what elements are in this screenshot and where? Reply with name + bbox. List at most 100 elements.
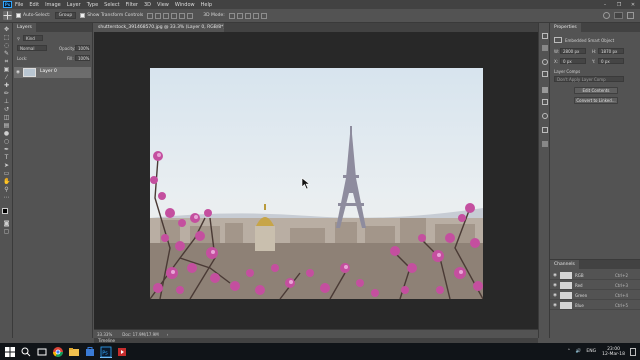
screen-mode-icon[interactable]: ▢	[3, 229, 10, 235]
3d-scale-icon[interactable]	[260, 12, 267, 19]
color-panel-icon[interactable]	[542, 59, 548, 65]
align-right-icon[interactable]	[187, 12, 194, 19]
paths-panel-icon[interactable]	[542, 127, 548, 133]
menu-window[interactable]: Window	[175, 2, 195, 8]
height-field[interactable]: 1870 px	[598, 48, 624, 54]
chrome-icon[interactable]	[52, 346, 64, 358]
menu-3d[interactable]: 3D	[144, 2, 151, 8]
visibility-eye-icon[interactable]: ◉	[553, 273, 557, 278]
libraries-panel-icon[interactable]	[542, 113, 548, 119]
show-hidden-icons[interactable]: ⌃	[567, 349, 571, 354]
channel-row[interactable]: ◉ RGB Ctrl+2	[550, 271, 640, 280]
quick-mask-icon[interactable]: ◙	[3, 221, 10, 227]
media-player-icon[interactable]	[116, 346, 128, 358]
menu-layer[interactable]: Layer	[67, 2, 81, 8]
x-field[interactable]: 0 px	[560, 58, 586, 64]
healing-brush-tool-icon[interactable]: ✚	[3, 83, 10, 89]
3d-slide-icon[interactable]	[252, 12, 259, 19]
opacity-field[interactable]: 100%	[75, 45, 90, 51]
zoom-tool-icon[interactable]: ⚲	[3, 187, 10, 193]
search-icon[interactable]	[20, 346, 32, 358]
align-center-icon[interactable]	[179, 12, 186, 19]
channel-row[interactable]: ◉ Green Ctrl+4	[550, 291, 640, 300]
frame-tool-icon[interactable]: ▣	[3, 67, 10, 73]
menu-filter[interactable]: Filter	[126, 2, 138, 8]
minimize-button[interactable]: –	[598, 2, 612, 8]
tab-channels[interactable]: Channels	[550, 260, 579, 269]
workspace-icon[interactable]	[614, 12, 623, 19]
menu-edit[interactable]: Edit	[29, 2, 39, 8]
menu-file[interactable]: File	[15, 2, 23, 8]
path-selection-tool-icon[interactable]: ➤	[3, 163, 10, 169]
photoshop-taskbar-icon[interactable]: Ps	[100, 346, 112, 358]
marquee-tool-icon[interactable]: ⬚	[3, 35, 10, 41]
document-tab[interactable]: shutterstock_391468570.jpg @ 33.3% (Laye…	[94, 23, 224, 32]
align-middle-icon[interactable]	[155, 12, 162, 19]
quick-select-tool-icon[interactable]: ✎	[3, 51, 10, 57]
eraser-tool-icon[interactable]: ◫	[3, 115, 10, 121]
move-tool-icon[interactable]	[3, 11, 12, 20]
move-tool-icon[interactable]: ✥	[3, 27, 10, 33]
task-view-icon[interactable]	[36, 346, 48, 358]
align-left-icon[interactable]	[171, 12, 178, 19]
visibility-eye-icon[interactable]: ◉	[553, 293, 557, 298]
tab-layers[interactable]: Layers	[13, 23, 36, 32]
notifications-icon[interactable]	[630, 347, 636, 356]
layer-kind-filter[interactable]: Kind	[23, 35, 43, 41]
styles-panel-icon[interactable]	[542, 99, 548, 105]
more-tools-icon[interactable]: ⋯	[3, 195, 10, 201]
lasso-tool-icon[interactable]: ◌	[3, 43, 10, 49]
type-tool-icon[interactable]: T	[3, 155, 10, 161]
tab-properties[interactable]: Properties	[550, 23, 581, 32]
channel-row[interactable]: ◉ Blue Ctrl+5	[550, 301, 640, 310]
layer-comps-dropdown[interactable]: Don't Apply Layer Comp	[554, 76, 624, 82]
visibility-eye-icon[interactable]: ◉	[16, 70, 20, 75]
gradient-tool-icon[interactable]: ▤	[3, 123, 10, 129]
3d-roll-icon[interactable]	[236, 12, 243, 19]
transform-controls-checkbox[interactable]	[80, 13, 86, 18]
layer-row[interactable]: ◉ Layer 0	[14, 67, 91, 78]
crop-tool-icon[interactable]: ⌗	[3, 59, 10, 65]
visibility-eye-icon[interactable]: ◉	[553, 303, 557, 308]
history-brush-tool-icon[interactable]: ↺	[3, 107, 10, 113]
layer-name[interactable]: Layer 0	[40, 69, 57, 74]
blur-tool-icon[interactable]: ●	[3, 131, 10, 137]
align-bottom-icon[interactable]	[163, 12, 170, 19]
volume-icon[interactable]: 🔊	[576, 349, 582, 354]
share-icon[interactable]	[627, 12, 634, 19]
menu-image[interactable]: Image	[45, 2, 61, 8]
document-image[interactable]	[150, 68, 483, 299]
store-icon[interactable]	[84, 346, 96, 358]
auto-select-checkbox[interactable]	[16, 13, 21, 18]
auto-select-dropdown[interactable]: Group	[54, 12, 77, 19]
status-arrow-icon[interactable]: ›	[167, 332, 169, 337]
3d-orbit-icon[interactable]	[228, 12, 235, 19]
width-field[interactable]: 2800 px	[560, 48, 586, 54]
clone-stamp-tool-icon[interactable]: ⊥	[3, 99, 10, 105]
clock[interactable]: 23:00 12-Mar-18	[602, 347, 625, 357]
foreground-color-swatch[interactable]	[2, 208, 8, 214]
edit-contents-button[interactable]: Edit Contents	[574, 87, 618, 94]
close-button[interactable]: ✕	[626, 2, 640, 8]
adjustments-panel-icon[interactable]	[542, 87, 548, 93]
zoom-level[interactable]: 33.33%	[97, 332, 112, 337]
menu-select[interactable]: Select	[104, 2, 119, 8]
convert-to-linked-button[interactable]: Convert to Linked...	[574, 97, 618, 104]
menu-view[interactable]: View	[157, 2, 169, 8]
pen-tool-icon[interactable]: ✒	[3, 147, 10, 153]
visibility-eye-icon[interactable]: ◉	[553, 283, 557, 288]
blend-mode-dropdown[interactable]: Normal	[17, 45, 47, 51]
eyedropper-tool-icon[interactable]: ⁄	[3, 75, 10, 81]
dodge-tool-icon[interactable]: ○	[3, 139, 10, 145]
3d-pan-icon[interactable]	[244, 12, 251, 19]
brushes-panel-icon[interactable]	[542, 141, 548, 147]
hand-tool-icon[interactable]: ✋	[3, 179, 10, 185]
menu-help[interactable]: Help	[201, 2, 212, 8]
channel-row[interactable]: ◉ Red Ctrl+3	[550, 281, 640, 290]
windows-start-icon[interactable]	[4, 346, 16, 358]
language-indicator[interactable]: ENG	[586, 349, 596, 354]
brush-tool-icon[interactable]: ✏	[3, 91, 10, 97]
menu-type[interactable]: Type	[87, 2, 98, 8]
search-icon[interactable]	[603, 12, 610, 19]
fill-field[interactable]: 100%	[75, 55, 90, 61]
